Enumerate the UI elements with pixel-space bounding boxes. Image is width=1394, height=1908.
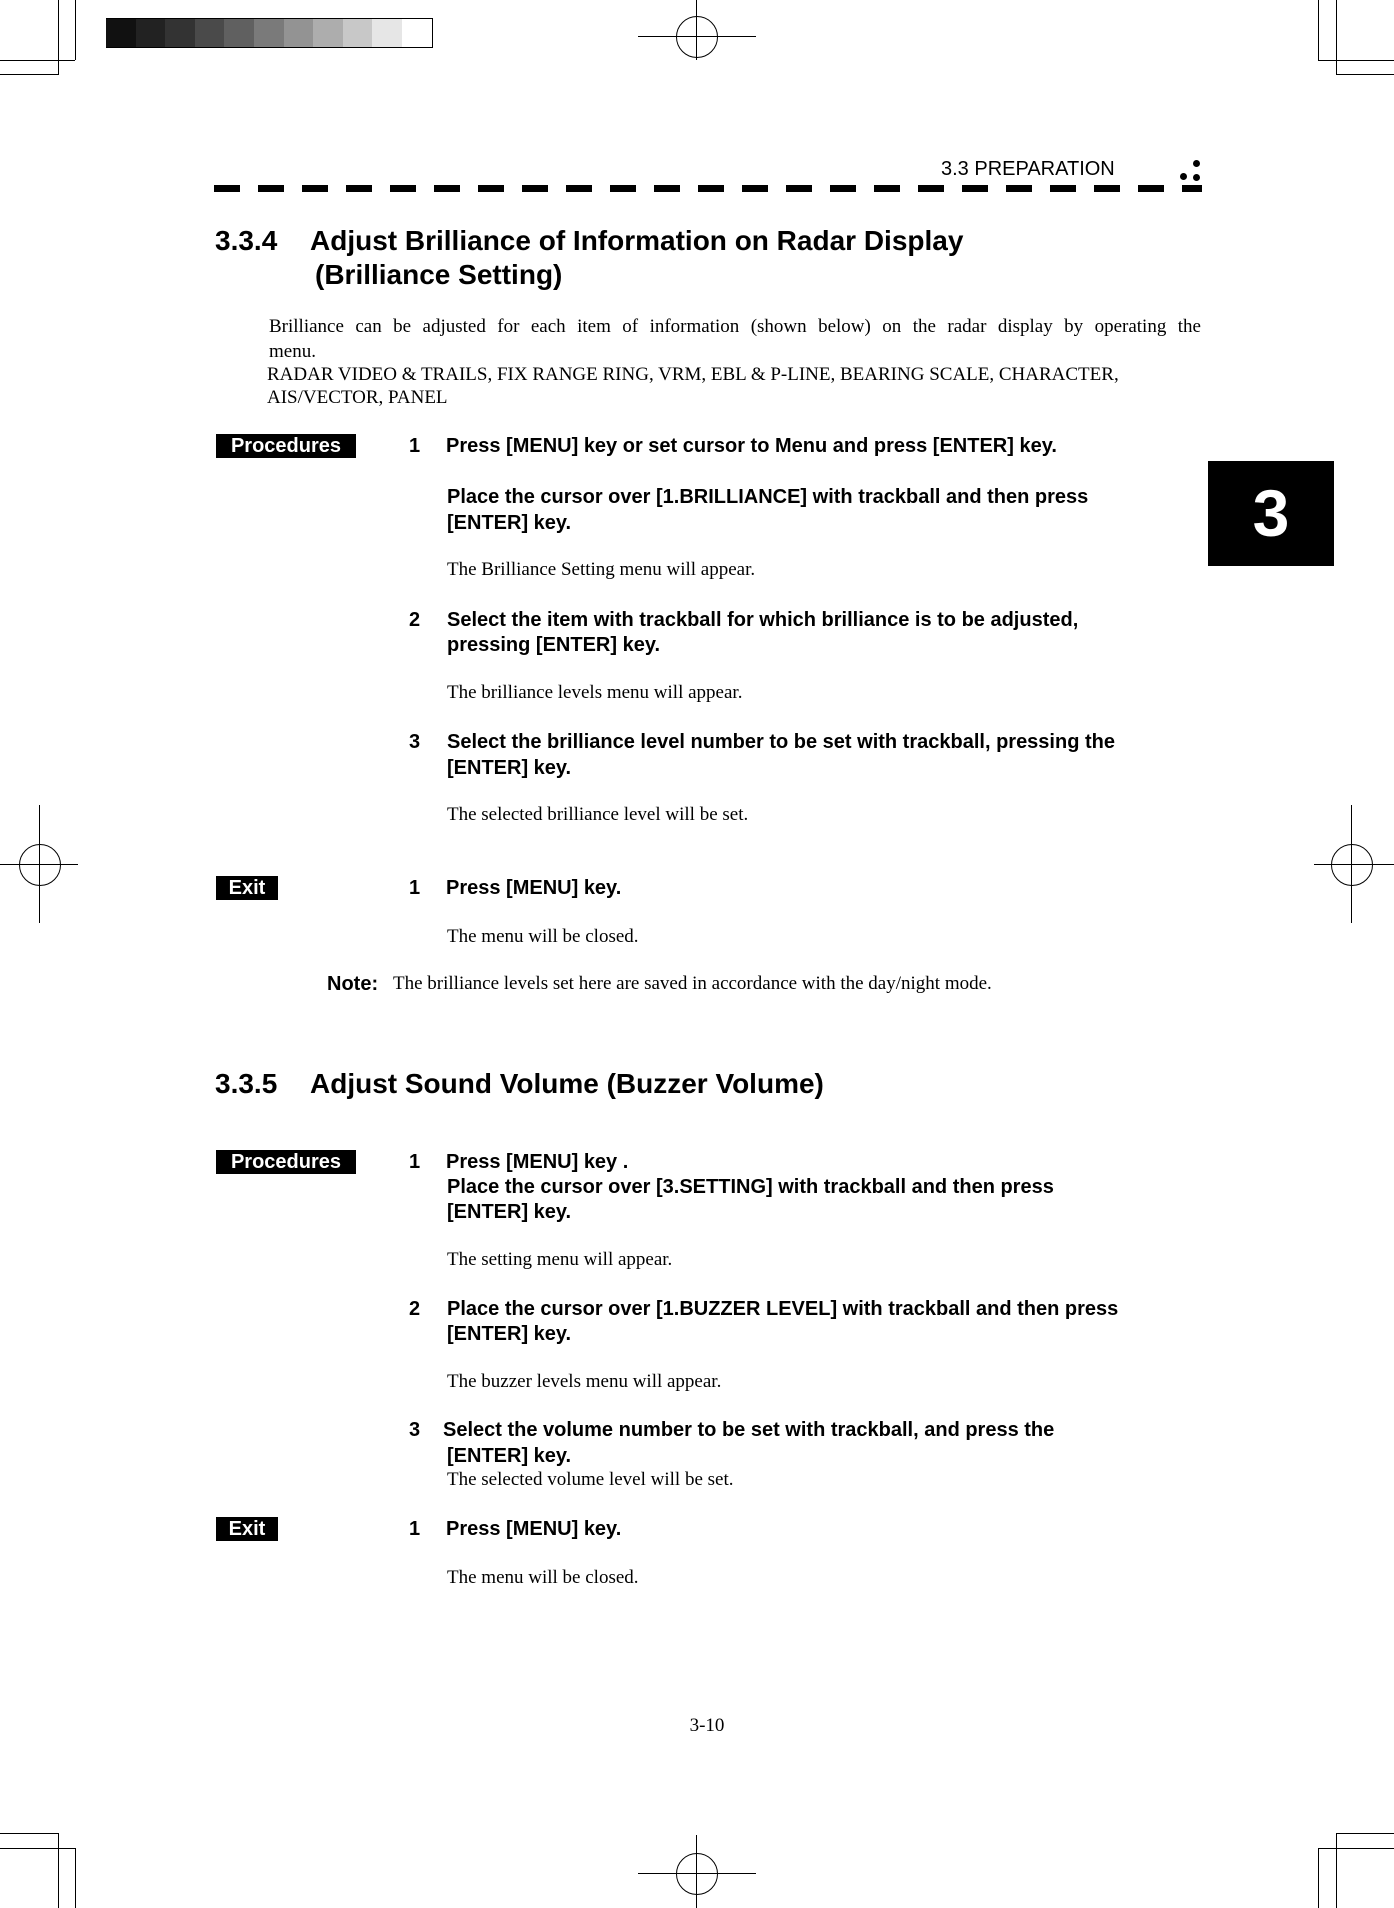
step-number: 2 — [409, 609, 421, 631]
header-dashed-rule — [214, 185, 1202, 192]
step-text: [ENTER] key. — [447, 1201, 572, 1223]
gray-swatch — [372, 18, 402, 48]
running-header: 3.3 PREPARATION — [941, 158, 1115, 180]
step-text: Press [MENU] key. — [446, 1518, 622, 1540]
step-result: The brilliance levels menu will appear. — [447, 682, 743, 703]
step-result: The selected brilliance level will be se… — [447, 804, 749, 825]
step-number: 1 — [409, 1151, 421, 1173]
step-number: 1 — [409, 435, 421, 457]
procedures-badge: Procedures — [216, 1150, 356, 1174]
step-result: The menu will be closed. — [447, 1567, 639, 1588]
gray-swatch — [224, 18, 254, 48]
section-title: Adjust Brilliance of Information on Rada… — [310, 225, 964, 256]
step-text: Press [MENU] key . — [446, 1151, 629, 1173]
item-list: RADAR VIDEO & TRAILS, FIX RANGE RING, VR… — [267, 364, 1119, 385]
step-result: The Brilliance Setting menu will appear. — [447, 559, 756, 580]
gray-swatch — [342, 18, 373, 48]
step-number: 2 — [409, 1298, 421, 1320]
step-text: [ENTER] key. — [447, 512, 572, 534]
step-number: 1 — [409, 1518, 421, 1540]
step-text: [ENTER] key. — [447, 757, 572, 779]
step-text: Select the item with trackball for which… — [447, 609, 1079, 631]
gray-swatch — [135, 18, 166, 48]
gray-swatch — [283, 18, 314, 48]
step-number: 1 — [409, 877, 421, 899]
step-result: The selected volume level will be set. — [447, 1469, 734, 1490]
gray-swatch — [402, 18, 433, 48]
step-number: 3 — [409, 731, 421, 753]
step-text: Press [MENU] key or set cursor to Menu a… — [446, 435, 1057, 457]
step-result: The buzzer levels menu will appear. — [447, 1371, 722, 1392]
step-text: pressing [ENTER] key. — [447, 634, 661, 656]
note-label: Note: — [327, 973, 379, 995]
step-text: Place the cursor over [3.SETTING] with t… — [447, 1176, 1054, 1198]
item-list: AIS/VECTOR, PANEL — [267, 387, 448, 408]
intro-text: Brilliance can be adjusted for each item… — [269, 316, 1201, 337]
step-result: The menu will be closed. — [447, 926, 639, 947]
exit-badge: Exit — [216, 876, 278, 900]
section-title-line2: (Brilliance Setting) — [315, 259, 563, 290]
gray-swatch — [313, 18, 343, 48]
gray-swatch — [254, 18, 284, 48]
section-number: 3.3.4 — [215, 225, 278, 256]
step-text: Select the volume number to be set with … — [443, 1419, 1055, 1441]
section-title: Adjust Sound Volume (Buzzer Volume) — [310, 1068, 824, 1099]
procedures-badge: Procedures — [216, 434, 356, 458]
gray-swatch — [194, 18, 225, 48]
step-text: Select the brilliance level number to be… — [447, 731, 1115, 753]
step-text: Press [MENU] key. — [446, 877, 622, 899]
step-text: Place the cursor over [1.BUZZER LEVEL] w… — [447, 1298, 1119, 1320]
step-number: 3 — [409, 1419, 421, 1441]
step-result: The setting menu will appear. — [447, 1249, 673, 1270]
exit-badge: Exit — [216, 1517, 278, 1541]
chapter-tab: 3 — [1208, 461, 1334, 566]
gray-swatch — [106, 18, 136, 48]
step-text: Place the cursor over [1.BRILLIANCE] wit… — [447, 486, 1089, 508]
intro-text: menu. — [269, 341, 316, 362]
step-text: [ENTER] key. — [447, 1445, 572, 1467]
gray-swatch — [165, 18, 195, 48]
note-text: The brilliance levels set here are saved… — [393, 973, 992, 994]
section-number: 3.3.5 — [215, 1068, 278, 1099]
step-text: [ENTER] key. — [447, 1323, 572, 1345]
page-number: 3-10 — [689, 1715, 725, 1736]
